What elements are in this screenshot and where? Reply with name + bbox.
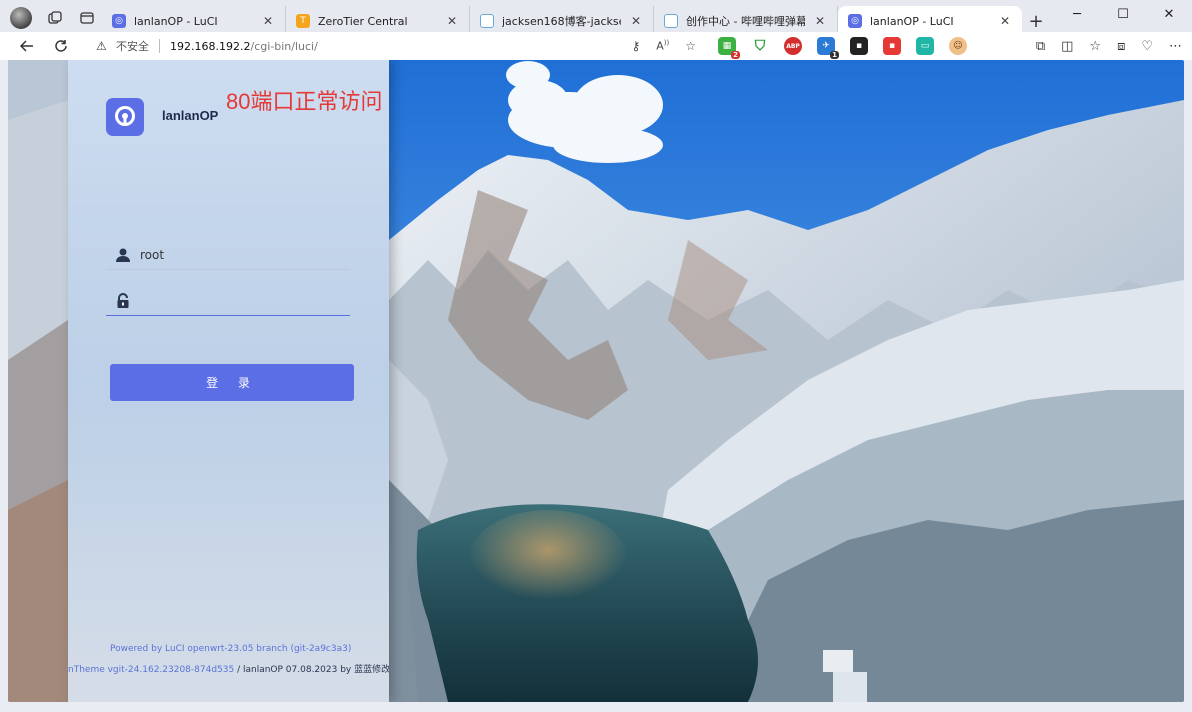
- tab-label: lanlanOP - LuCI: [134, 14, 218, 28]
- tab-label: lanlanOP - LuCI: [870, 14, 954, 28]
- extensions-puzzle-icon[interactable]: ⧉: [1036, 39, 1045, 54]
- port-note: 80端口正常访问: [226, 89, 383, 114]
- split-screen-icon[interactable]: ◫: [1061, 39, 1073, 54]
- browser-toolbar: ⚠ 不安全 192.168.192.2 /cgi-bin/luci/ ⚷ A))…: [0, 32, 1192, 60]
- address-separator: [159, 39, 160, 53]
- close-tab-icon[interactable]: ✕: [813, 14, 827, 28]
- security-label[interactable]: 不安全: [116, 38, 149, 54]
- tab-actions-icon[interactable]: [78, 9, 96, 27]
- close-tab-icon[interactable]: ✕: [629, 14, 643, 28]
- page-viewport: lanlanOP 80端口正常访问 登 录 Powered by LuCI op…: [8, 60, 1184, 702]
- powered-by[interactable]: Powered by LuCI openwrt-23.05 branch (gi…: [110, 644, 351, 654]
- shield-extension-icon[interactable]: ⛉: [751, 37, 769, 55]
- browser-tools: ⧉ ◫ ☆ ⧈ ♡ ⋯: [1036, 32, 1182, 60]
- lanlan-favicon-icon: ◎: [112, 14, 126, 28]
- zerotier-favicon-icon: T: [296, 14, 310, 28]
- window-controls: ─ ☐ ✕: [1054, 0, 1192, 28]
- window-bottom-edge: [0, 702, 1192, 712]
- close-tab-icon[interactable]: ✕: [998, 14, 1012, 28]
- lanlan-favicon-icon: ◎: [848, 14, 862, 28]
- address-bar[interactable]: ⚠ 不安全 192.168.192.2 /cgi-bin/luci/ ⚷ A))…: [86, 34, 706, 58]
- adblock-icon[interactable]: ABP: [784, 37, 802, 55]
- collections-icon[interactable]: ⧈: [1117, 39, 1125, 54]
- browser-essentials-icon[interactable]: ♡: [1141, 39, 1153, 54]
- url-host[interactable]: 192.168.192.2: [170, 40, 250, 53]
- close-tab-icon[interactable]: ✕: [261, 14, 275, 28]
- address-bar-actions: ⚷ A)) ☆: [631, 34, 696, 58]
- close-window-icon[interactable]: ✕: [1146, 0, 1192, 28]
- lanlanop-logo-icon: [106, 98, 144, 136]
- warning-icon[interactable]: ⚠: [96, 39, 112, 53]
- lock-icon: [106, 292, 140, 309]
- extensions-bar: ▦ 2 ⛉ ABP ✈ 1 ▪ ▪ ▭ ☺: [718, 32, 967, 60]
- brand-name: lanlanOP: [162, 108, 219, 123]
- tab-label: jacksen168博客-jacksen168专栏: [502, 15, 621, 28]
- blog-favicon-icon: [480, 14, 494, 28]
- user-icon: [106, 247, 140, 263]
- bird-extension-icon[interactable]: ✈ 1: [817, 37, 839, 59]
- tab-strip: ◎ lanlanOP - LuCI ✕ T ZeroTier Central ✕…: [0, 0, 1192, 36]
- footer-credit: / lanlanOP 07.08.2023 by 蓝蓝修改可身: [237, 665, 389, 675]
- extension-grid-icon[interactable]: ▦ 2: [718, 37, 740, 59]
- extension-badge: 1: [830, 51, 839, 59]
- read-aloud-icon[interactable]: A)): [656, 39, 669, 53]
- teal-extension-icon[interactable]: ▭: [916, 37, 934, 55]
- username-field[interactable]: [106, 240, 350, 270]
- dark-extension-icon[interactable]: ▪: [850, 37, 868, 55]
- face-extension-icon[interactable]: ☺: [949, 37, 967, 55]
- minimize-icon[interactable]: ─: [1054, 0, 1100, 28]
- close-tab-icon[interactable]: ✕: [445, 14, 459, 28]
- username-input[interactable]: [140, 247, 340, 262]
- extension-badge: 2: [731, 51, 740, 59]
- back-icon[interactable]: [10, 32, 44, 60]
- red-extension-icon[interactable]: ▪: [883, 37, 901, 55]
- tab-label: ZeroTier Central: [318, 14, 408, 28]
- favorite-star-icon[interactable]: ☆: [685, 39, 696, 53]
- profile-avatar[interactable]: [10, 7, 32, 29]
- more-menu-icon[interactable]: ⋯: [1169, 39, 1182, 54]
- login-panel: lanlanOP 80端口正常访问 登 录 Powered by LuCI op…: [68, 60, 389, 702]
- bilibili-favicon-icon: [664, 14, 678, 28]
- workspaces-icon[interactable]: [46, 9, 64, 27]
- refresh-icon[interactable]: [44, 32, 78, 60]
- tab-strip-left: [0, 0, 96, 36]
- password-input[interactable]: [140, 293, 340, 308]
- tab-list: ◎ lanlanOP - LuCI ✕ T ZeroTier Central ✕…: [102, 0, 1050, 36]
- favorites-icon[interactable]: ☆: [1089, 39, 1101, 54]
- tab-label: 创作中心 - 哔哩哔哩弹幕视频网: [686, 15, 805, 28]
- url-path[interactable]: /cgi-bin/luci/: [250, 40, 317, 53]
- login-button[interactable]: 登 录: [110, 364, 354, 401]
- key-icon[interactable]: ⚷: [631, 39, 640, 53]
- password-field[interactable]: [106, 286, 350, 316]
- theme-link[interactable]: nTheme vgit-24.162.23208-874d535: [68, 665, 234, 675]
- browser-window: ◎ lanlanOP - LuCI ✕ T ZeroTier Central ✕…: [0, 0, 1192, 712]
- maximize-icon[interactable]: ☐: [1100, 0, 1146, 28]
- footer-text: nTheme vgit-24.162.23208-874d535 / lanla…: [68, 662, 389, 675]
